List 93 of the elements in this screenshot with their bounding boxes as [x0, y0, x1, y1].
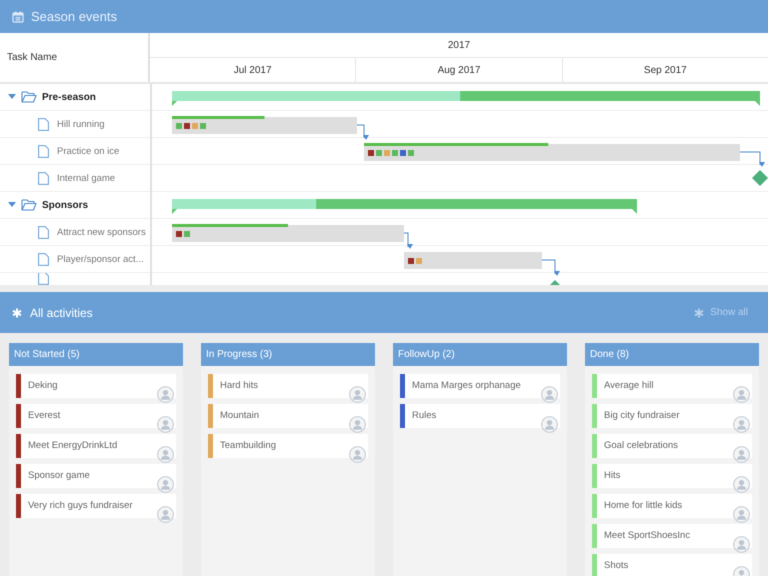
activity-card[interactable]: Meet EnergyDrinkLtd — [16, 434, 176, 458]
card-title: Deking — [27, 379, 58, 391]
card-title: Meet SportShoesInc — [603, 529, 690, 541]
task-group-name[interactable]: Pre-season — [42, 92, 96, 102]
avatar-icon[interactable] — [157, 506, 174, 523]
avatar-icon[interactable] — [349, 446, 366, 463]
caret-icon[interactable] — [8, 202, 16, 208]
task-bar[interactable] — [364, 143, 740, 161]
card-title: Mountain — [219, 409, 260, 421]
avatar-icon[interactable] — [733, 416, 750, 433]
activity-card[interactable]: Mountain — [208, 404, 368, 428]
summary-bar[interactable] — [172, 91, 760, 106]
dependency-arrow — [740, 152, 765, 167]
activity-card[interactable]: Goal celebrations — [592, 434, 752, 458]
task-bar[interactable] — [404, 252, 542, 269]
column-header: Not Started (5) — [9, 343, 183, 366]
card-title: Average hill — [603, 379, 654, 391]
avatar-icon[interactable] — [157, 476, 174, 493]
card-title: Mama Marges orphanage — [411, 379, 521, 391]
calendar-icon — [12, 10, 24, 22]
activity-card[interactable]: Average hill — [592, 374, 752, 398]
activity-card[interactable]: Hard hits — [208, 374, 368, 398]
document-icon — [38, 172, 49, 184]
activity-card[interactable]: Big city fundraiser — [592, 404, 752, 428]
asterisk-icon — [12, 308, 22, 318]
document-icon — [38, 273, 49, 285]
card-title: Meet EnergyDrinkLtd — [27, 439, 118, 451]
board-title: All activities — [30, 306, 93, 320]
column-header: Task Name — [7, 52, 58, 63]
avatar-icon[interactable] — [157, 446, 174, 463]
document-icon — [38, 144, 49, 158]
activity-card[interactable]: Deking — [16, 374, 176, 398]
card-title: Everest — [27, 409, 60, 421]
activity-card[interactable]: Sponsor game — [16, 464, 176, 488]
activity-card[interactable]: Rules — [400, 404, 560, 428]
avatar-icon[interactable] — [541, 386, 558, 403]
task-name[interactable]: Internal game — [57, 172, 116, 184]
activity-card[interactable]: Everest — [16, 404, 176, 428]
folder-icon — [21, 91, 37, 103]
card-title: Hits — [603, 469, 620, 481]
card-title: Home for little kids — [603, 499, 682, 511]
card-title: Hard hits — [219, 379, 258, 391]
task-group-name[interactable]: Sponsors — [42, 200, 88, 210]
column-header: In Progress (3) — [201, 343, 375, 366]
activity-card[interactable]: Home for little kids — [592, 494, 752, 518]
task-name[interactable]: Practice on ice — [57, 146, 120, 156]
month-label: Jul 2017 — [234, 64, 272, 76]
activity-card[interactable]: Hits — [592, 464, 752, 488]
card-title: Sponsor game — [27, 469, 90, 481]
avatar-icon[interactable] — [157, 386, 174, 403]
milestone-diamond[interactable] — [752, 170, 768, 186]
dependency-arrow — [404, 232, 413, 249]
panel-title: Season events — [31, 9, 118, 24]
column-header: Done (8) — [585, 343, 759, 366]
dependency-arrow — [542, 260, 560, 276]
task-bar[interactable] — [172, 224, 404, 242]
summary-bar[interactable] — [172, 199, 637, 214]
activity-card[interactable]: Shots — [592, 554, 752, 576]
task-bar[interactable] — [172, 116, 357, 134]
activity-card[interactable]: Meet SportShoesInc — [592, 524, 752, 548]
card-title: Shots — [603, 559, 628, 571]
avatar-icon[interactable] — [541, 416, 558, 433]
avatar-icon[interactable] — [733, 476, 750, 493]
year-label: 2017 — [448, 40, 470, 50]
avatar-icon[interactable] — [733, 386, 750, 403]
task-name[interactable]: Attract new sponsors — [57, 226, 146, 238]
column-header: FollowUp (2) — [393, 343, 567, 366]
document-icon — [38, 252, 49, 266]
activity-card[interactable]: Mama Marges orphanage — [400, 374, 560, 398]
card-title: Teambuilding — [219, 439, 276, 451]
dependency-arrow — [356, 124, 369, 140]
avatar-icon[interactable] — [733, 536, 750, 553]
month-label: Sep 2017 — [644, 64, 687, 76]
month-label: Aug 2017 — [438, 64, 480, 76]
activity-card[interactable]: Teambuilding — [208, 434, 368, 458]
avatar-icon[interactable] — [349, 386, 366, 403]
card-title: Big city fundraiser — [603, 409, 680, 421]
milestone-marker[interactable] — [550, 280, 560, 285]
card-title: Rules — [411, 409, 436, 421]
asterisk-icon — [694, 308, 704, 318]
avatar-icon[interactable] — [733, 506, 750, 523]
task-name[interactable]: Hill running — [57, 118, 105, 130]
avatar-icon[interactable] — [157, 416, 174, 433]
document-icon — [38, 226, 49, 238]
activity-card[interactable]: Very rich guys fundraiser — [16, 494, 176, 518]
task-name[interactable]: Player/sponsor act... — [57, 254, 144, 264]
card-title: Very rich guys fundraiser — [27, 499, 133, 511]
avatar-icon[interactable] — [349, 416, 366, 433]
caret-icon[interactable] — [8, 94, 16, 100]
avatar-icon[interactable] — [733, 446, 750, 463]
card-title: Goal celebrations — [603, 439, 678, 451]
folder-icon — [21, 199, 37, 211]
document-icon — [38, 118, 49, 130]
